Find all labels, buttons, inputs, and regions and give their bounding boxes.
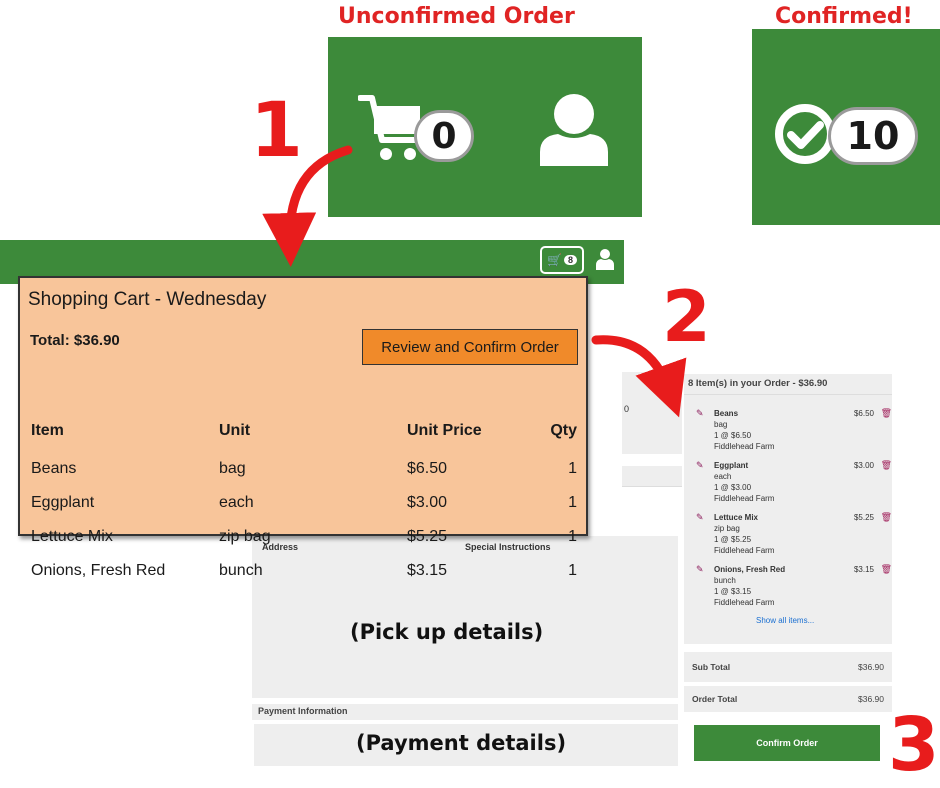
arrow-2 (591, 335, 687, 418)
arrow-1 (262, 145, 353, 267)
callout-arrows (262, 145, 687, 418)
